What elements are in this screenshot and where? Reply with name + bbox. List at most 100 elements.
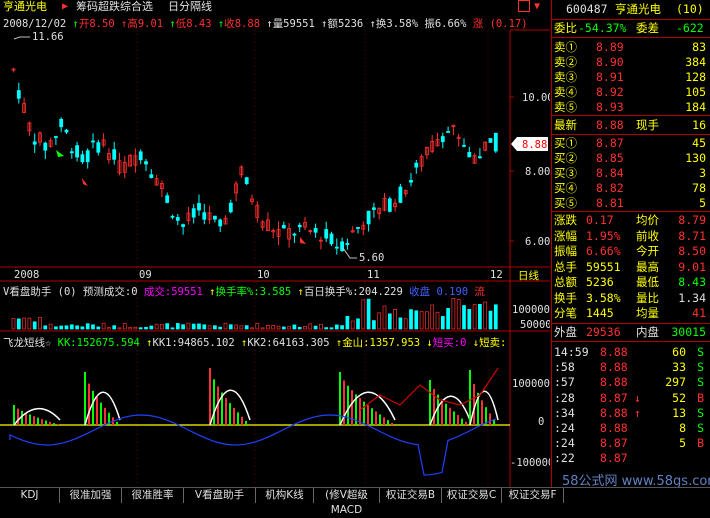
price-tick-label: 10.00 — [522, 92, 550, 104]
buy-order-row: 买② 8.85 130 — [552, 151, 710, 166]
divider — [552, 115, 710, 116]
candle — [483, 141, 488, 152]
short-sell-value: 短卖: — [479, 337, 507, 349]
candle — [287, 223, 292, 248]
indicator-tab[interactable]: 权证交易F — [502, 488, 564, 503]
fly-tick-label: 0 — [538, 416, 544, 428]
kk1-value: KK1:94865.102 — [152, 337, 235, 349]
tick-side: S — [697, 375, 704, 390]
indicator-tab[interactable]: 权证交易B — [380, 488, 442, 503]
indicator-tab[interactable]: V看盘助手 — [184, 488, 256, 503]
turnover-rate-value: 换手率%:3.585 — [215, 286, 292, 298]
stat-value: 8.79 — [678, 213, 706, 227]
fly-panel-title[interactable]: 飞龙短线☆ — [3, 337, 51, 349]
sell-order-row: 卖② 8.90 384 — [552, 55, 710, 70]
volume-panel-header: V看盘助手 (0) 预测成交:0 成交:59551 ↑换手率%:3.585 ↑百… — [3, 286, 485, 298]
tick-time: :28 — [554, 390, 575, 405]
volume-bar — [149, 325, 154, 330]
weibi-value: -54.37% — [578, 21, 627, 35]
volume-value: 成交:59551 — [143, 286, 203, 298]
candle — [212, 215, 217, 223]
tick-side: S — [697, 405, 704, 420]
candle — [271, 228, 276, 239]
fly-y-ticks: 100000 0 -100000 — [510, 378, 550, 469]
candle — [117, 152, 122, 176]
volume-bar — [91, 324, 95, 330]
volume-bar — [11, 318, 16, 330]
current-price-label: 8.88 — [522, 139, 547, 151]
indicator-hump — [13, 405, 61, 426]
tick-row: :24 8.87 5 B — [552, 436, 710, 451]
candle — [255, 201, 260, 223]
sell-price: 8.90 — [596, 55, 624, 69]
indicator-tab[interactable]: KDJ — [0, 488, 60, 503]
volume-bar — [462, 305, 466, 330]
candle — [377, 207, 382, 220]
xianshou-value: 16 — [692, 118, 706, 132]
fly-panel-header: 飞龙短线☆ KK:152675.594 ↑KK1:94865.102 ↑KK2:… — [3, 337, 507, 349]
volume-bar — [414, 310, 419, 330]
indicator-tab[interactable]: 很准加强 — [60, 488, 122, 503]
tick-row: :34 8.88 ↑ 13 S — [552, 406, 710, 421]
candle — [467, 146, 472, 158]
candle — [170, 214, 175, 220]
divider — [552, 323, 710, 324]
volume-bar — [276, 325, 281, 330]
latest-label: 最新 — [554, 118, 577, 132]
volume-bar — [409, 309, 413, 330]
stat-value: 9.01 — [678, 259, 706, 274]
volume-bar — [228, 324, 233, 330]
tick-volume: 5 — [679, 436, 686, 451]
tick-price: 8.87 — [600, 436, 628, 451]
volume-bar — [393, 309, 397, 330]
stat-label: 涨幅 — [554, 228, 577, 243]
buy-volume: 3 — [699, 166, 706, 180]
indicator-tab[interactable]: (修V超级MACD — [314, 488, 380, 516]
volume-bar — [207, 325, 212, 330]
volume-bar — [366, 298, 371, 330]
weibi-label: 委比 — [554, 21, 577, 35]
volume-bar — [170, 327, 175, 330]
stat-label: 均价 — [636, 213, 659, 227]
candle — [387, 196, 392, 213]
weibi-row: 委比 -54.37% 委差 -622 — [552, 21, 710, 36]
high-leader — [13, 36, 30, 40]
indicator-tab-bar: KDJ 很准加强 很准胜率 V看盘助手 机构K线 (修V超级MACD 权证交易B 权证交易C 权… — [0, 487, 710, 516]
candle — [493, 132, 498, 154]
latest-value: 8.88 — [596, 118, 624, 132]
stat-label: 振幅 — [554, 244, 577, 258]
volume-bar — [48, 323, 53, 330]
buy-order-row: 买⑤ 8.81 5 — [552, 196, 710, 211]
volume-bar — [478, 303, 482, 330]
price-tick-label: 6.00 — [525, 236, 550, 248]
indicator-hump — [84, 372, 121, 426]
volume-bar — [472, 304, 477, 330]
chart-canvas[interactable]: 11.66 5.60 10.00 8.00 6.00 8.88 2008 09 … — [0, 0, 550, 487]
sell-order-row: 卖③ 8.91 128 — [552, 70, 710, 85]
stat-value: 1445 — [586, 306, 614, 320]
stat-row: 涨幅 1.95% 前收 8.71 — [552, 229, 710, 244]
indicator-tab[interactable]: 机构K线 — [256, 488, 314, 503]
candle — [456, 133, 461, 147]
candle — [244, 176, 249, 186]
stat-label: 均量 — [636, 306, 659, 320]
candle — [54, 135, 58, 145]
stat-row: 分笔 1445 均量 41 — [552, 306, 710, 321]
indicator-tab[interactable]: 权证交易C — [442, 488, 502, 503]
indicator-tab[interactable]: 很准胜率 — [122, 488, 184, 503]
volume-bar — [287, 326, 291, 330]
volume-bar — [96, 326, 101, 330]
tick-arrow: ↓ — [634, 390, 641, 405]
candle — [234, 181, 239, 202]
volume-panel-title[interactable]: V看盘助手 (0) 预测成交:0 — [3, 286, 138, 298]
volume-bar — [154, 323, 159, 330]
volume-bar — [213, 325, 217, 330]
volume-tick-label: 100000 — [512, 304, 550, 316]
outer-label: 外盘 — [554, 325, 577, 339]
tick-volume: 52 — [672, 390, 686, 405]
volume-bar — [144, 326, 148, 330]
volume-bar — [112, 325, 117, 330]
candle — [424, 146, 429, 160]
stat-row: 涨跌 0.17 均价 8.79 — [552, 213, 710, 228]
buy-volume: 45 — [692, 136, 706, 150]
